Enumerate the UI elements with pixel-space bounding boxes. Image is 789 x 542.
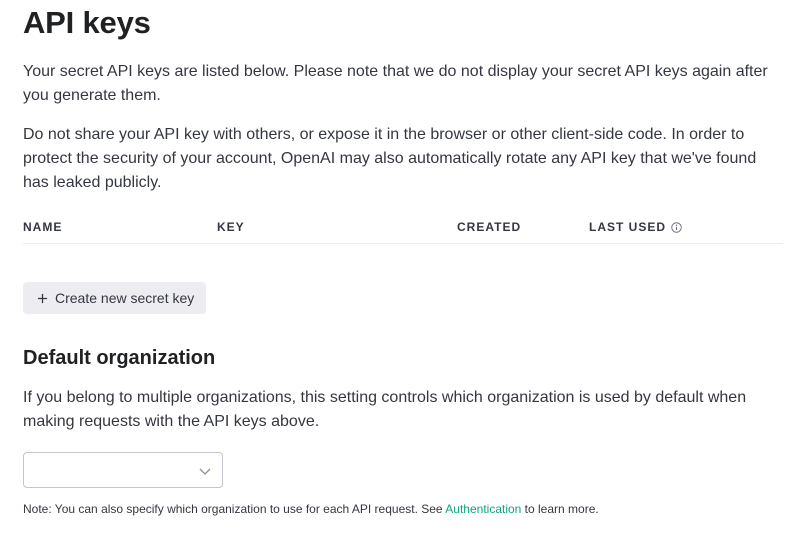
page-title: API keys (23, 5, 151, 40)
column-header-created: CREATED (457, 220, 521, 234)
authentication-note: Note: You can also specify which organiz… (23, 501, 599, 517)
default-organization-description: If you belong to multiple organizations,… (23, 389, 747, 430)
chevron-down-icon (198, 464, 212, 478)
security-warning-text: Do not share your API key with others, o… (23, 126, 757, 191)
column-header-name: NAME (23, 220, 62, 234)
api-keys-table: NAME KEY CREATED LAST USED (23, 216, 783, 244)
note-prefix-text: Note: You can also specify which organiz… (23, 502, 446, 516)
plus-icon (36, 292, 48, 304)
column-header-created-label: CREATED (457, 220, 522, 234)
info-circle-icon[interactable] (671, 221, 682, 233)
column-header-key: KEY (217, 220, 245, 234)
column-header-last-used: LAST USED (589, 220, 682, 234)
column-header-last-used-label: LAST USED (589, 220, 667, 234)
column-header-key-label: KEY (217, 220, 245, 234)
authentication-link[interactable]: Authentication (445, 502, 521, 516)
create-secret-key-button[interactable]: Create new secret key (23, 282, 207, 314)
intro-text: Your secret API keys are listed below. P… (23, 63, 768, 104)
note-suffix-text: to learn more. (521, 502, 599, 516)
organization-select[interactable] (23, 452, 223, 488)
create-secret-key-label: Create new secret key (55, 290, 195, 306)
default-organization-heading: Default organization (23, 347, 216, 369)
column-header-name-label: NAME (23, 220, 63, 234)
